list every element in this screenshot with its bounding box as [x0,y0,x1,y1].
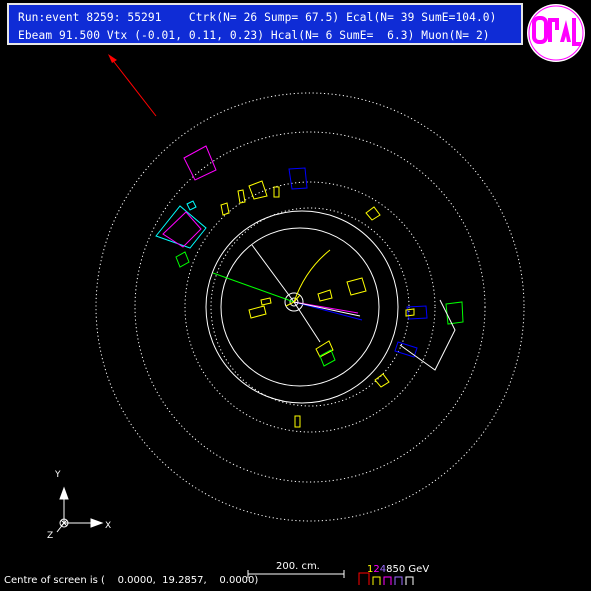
axis-z-label: Z [47,531,54,541]
hcal-block [406,305,428,320]
axis-y-label: Y [55,470,61,480]
ecal-block [319,349,336,367]
ecal-block [294,415,301,428]
track-line [212,272,295,303]
hcal-outer-boundary [134,131,486,483]
ecal-block [317,289,333,302]
ecal-block [273,186,280,198]
energy-unit: GeV [408,564,430,575]
ecal-block [374,373,390,388]
event-info-panel: Run:event 8259: 55291 Ctrk(N= 26 Sump= 6… [7,3,523,45]
ecal-block [405,308,415,317]
ecal-block [346,277,367,296]
energy-scale-label: 124850 GeV [367,564,429,575]
event-info-line-1: Run:event 8259: 55291 Ctrk(N= 26 Sump= 6… [18,11,497,24]
outer-muon-boundary [95,92,525,522]
calorimeter-hits [155,145,464,428]
hcal-block [288,167,308,190]
screen-centre-readout: Centre of screen is ( 0.0000, 19.2857, 0… [4,575,259,586]
opal-logo [527,4,585,62]
axis-indicator [56,486,104,533]
tracks [212,244,363,343]
ecal-block [365,206,381,221]
track-line [251,244,295,303]
ecal-block [237,189,246,204]
axis-x-label: X [105,521,112,531]
ecal-block [315,340,334,358]
hcal-block [155,205,207,249]
track-line [293,301,361,317]
energy-value: 50 [392,564,406,575]
ecal-block [260,297,272,306]
ecal-block [445,301,464,325]
ecal-block [186,200,197,211]
event-display-canvas [56,4,585,585]
event-info-line-2: Ebeam 91.500 Vtx (-0.01, 0.11, 0.23) Hca… [18,29,490,42]
scale-label: 200. cm. [276,561,320,572]
jet-chamber [220,227,380,387]
ecal-block [220,202,230,216]
ecal-block [248,305,267,319]
muon-arrow [108,54,157,117]
ecal-block [175,251,190,268]
